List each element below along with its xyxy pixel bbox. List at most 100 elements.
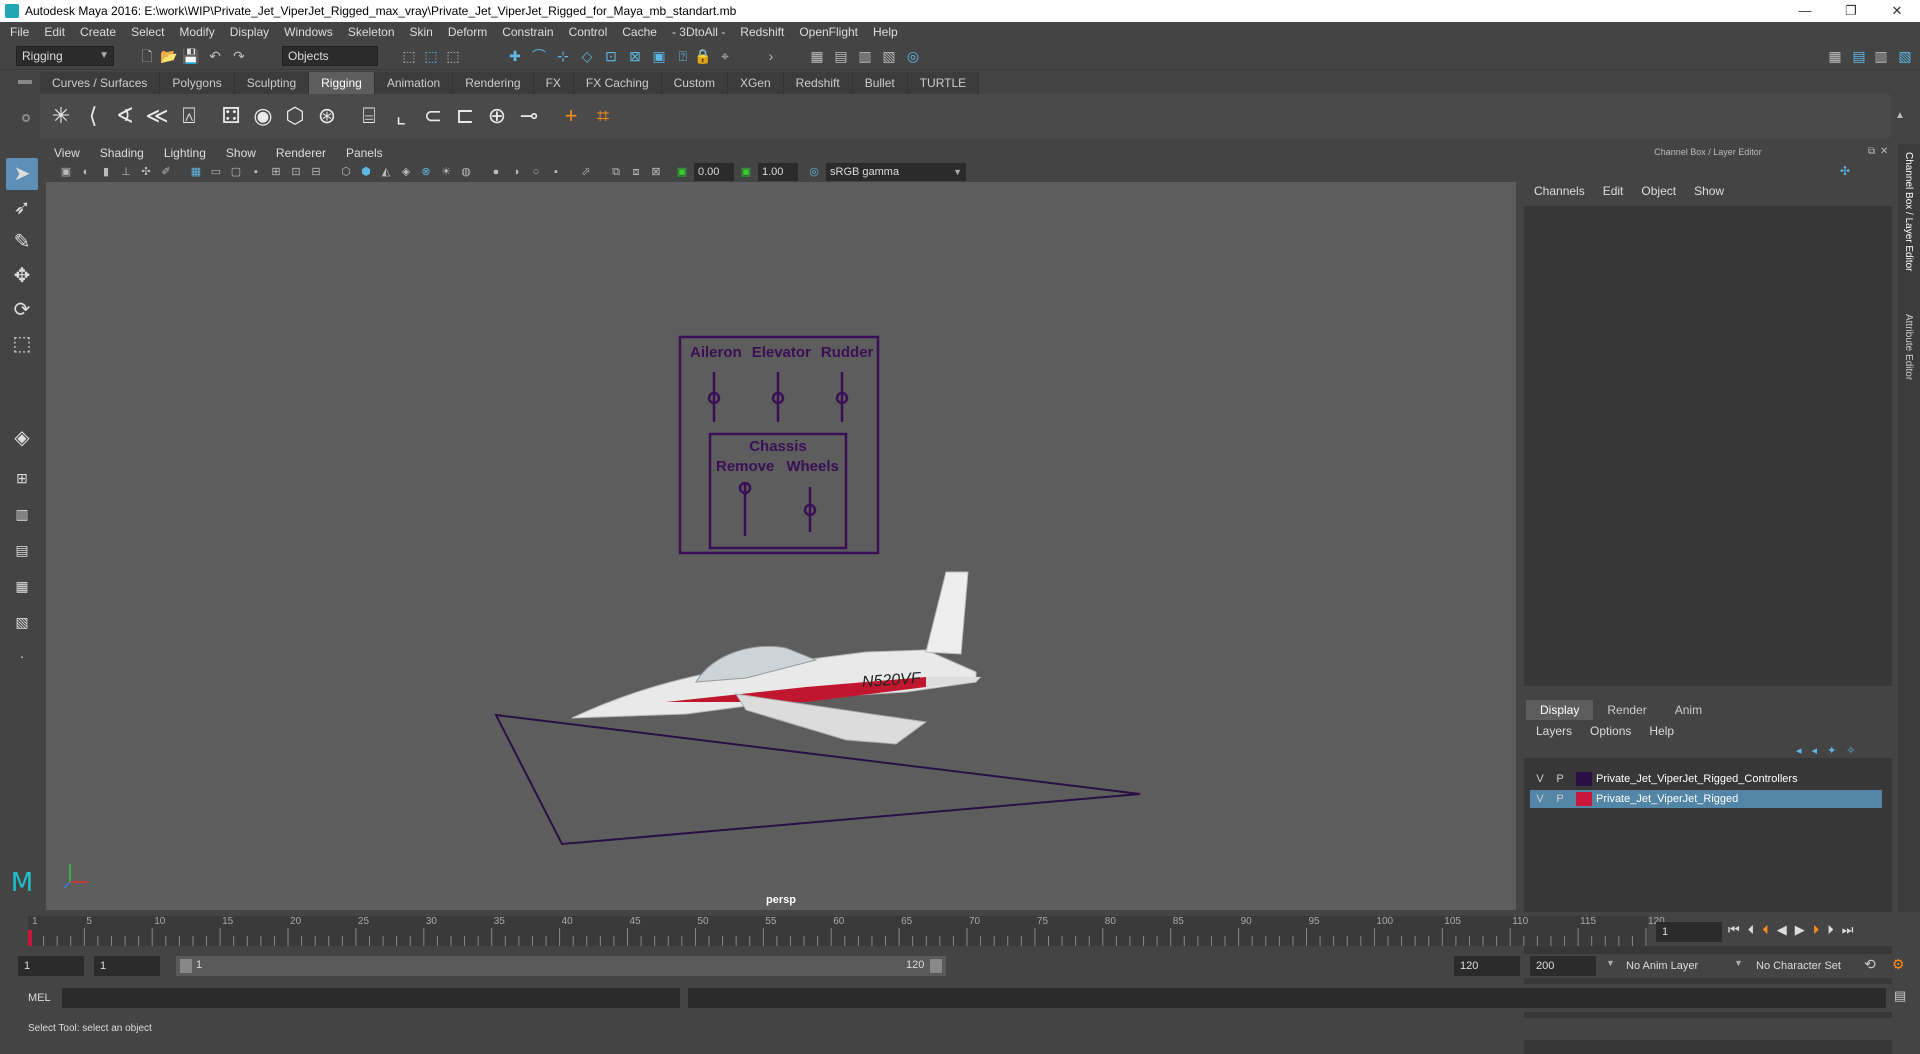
more-layouts-icon[interactable]: · <box>6 640 38 672</box>
mel-input[interactable] <box>62 988 680 1008</box>
layer-visibility-toggle[interactable]: V <box>1530 793 1550 805</box>
shelf-tab-rendering[interactable]: Rendering <box>453 72 534 94</box>
xray-icon[interactable]: ⬀ <box>578 164 594 180</box>
selection-mode-dropdown[interactable]: Objects <box>282 46 378 66</box>
color-management-icon[interactable]: ◎ <box>806 164 822 180</box>
aim-constraint-icon[interactable]: ⊸ <box>514 100 544 132</box>
range-end-handle[interactable] <box>930 959 942 973</box>
graph-layout-icon[interactable]: ▦ <box>6 570 38 602</box>
play-backwards-icon[interactable]: ◀ <box>1777 922 1787 938</box>
go-to-start-icon[interactable]: ⏮ <box>1728 922 1740 938</box>
menu-select[interactable]: Select <box>131 25 164 39</box>
grease-pencil-icon[interactable]: ✐ <box>158 164 174 180</box>
shelf-menu-icon[interactable] <box>18 80 32 84</box>
workspace-icon-2[interactable]: ▤ <box>1850 47 1868 65</box>
textured-icon[interactable]: ◈ <box>398 164 414 180</box>
symmetry-icon[interactable]: ⍰ <box>674 47 692 65</box>
time-slider[interactable]: 1 5 10 15 20 25 30 35 40 45 50 55 60 65 70 75 80 85 90 95 10… <box>28 916 1665 946</box>
lattice-icon[interactable]: ⬡ <box>280 100 310 132</box>
le-menu-layers[interactable]: Layers <box>1536 724 1572 738</box>
vp-menu-shading[interactable]: Shading <box>100 146 144 160</box>
locator-icon[interactable]: + <box>556 100 586 132</box>
workspace-icon-4[interactable]: ▧ <box>1896 47 1914 65</box>
bind-skin-icon[interactable]: ⚃ <box>216 100 246 132</box>
field-chart-icon[interactable]: ⊞ <box>268 164 284 180</box>
cluster-icon[interactable]: ⊛ <box>312 100 342 132</box>
exposure-icon[interactable]: ▣ <box>674 164 690 180</box>
exposure-field[interactable]: 0.00 <box>694 163 734 181</box>
paint-weights-icon[interactable]: ⌸ <box>354 100 384 132</box>
anim-layer-dropdown[interactable]: No Anim Layer <box>1620 956 1742 976</box>
gate-mask-icon[interactable]: ▪ <box>248 164 264 180</box>
select-hierarchy-icon[interactable]: ⬚ <box>400 47 418 65</box>
menu-skeleton[interactable]: Skeleton <box>348 25 395 39</box>
paint-select-tool-icon[interactable]: ✎ <box>6 226 38 258</box>
smooth-shade-icon[interactable]: ⬢ <box>358 164 374 180</box>
cb-menu-edit[interactable]: Edit <box>1603 184 1624 198</box>
image-plane-icon[interactable]: ⊥ <box>118 164 134 180</box>
menu-display[interactable]: Display <box>230 25 269 39</box>
shelf-tab-sculpting[interactable]: Sculpting <box>234 72 310 94</box>
xray-joints-icon[interactable]: ⧉ <box>608 164 624 180</box>
mel-label[interactable]: MEL <box>28 992 51 1004</box>
le-menu-options[interactable]: Options <box>1590 724 1631 738</box>
open-scene-icon[interactable]: 📂 <box>160 47 178 65</box>
resolution-gate-icon[interactable]: ▢ <box>228 164 244 180</box>
layer-color-swatch[interactable] <box>1576 772 1592 786</box>
save-scene-icon[interactable]: 💾 <box>182 47 200 65</box>
redo-icon[interactable]: ↷ <box>230 47 248 65</box>
hypershade-icon[interactable]: ◎ <box>904 47 922 65</box>
shadows-icon[interactable]: ☀ <box>438 164 454 180</box>
snap-grid-icon[interactable]: ✚ <box>506 47 524 65</box>
shelf-scroll-icon[interactable]: ▲ <box>1890 100 1910 132</box>
parent-constraint-icon[interactable]: ⊂ <box>418 100 448 132</box>
snap-live-icon[interactable]: ⊡ <box>602 47 620 65</box>
preferences-icon[interactable]: ⚙ <box>1892 956 1905 973</box>
shelf-tab-fx[interactable]: FX <box>533 72 574 94</box>
manipulator-icon[interactable]: ✣ <box>1840 164 1850 178</box>
new-layer-selected-icon[interactable]: ✧ <box>1846 744 1855 757</box>
anti-aliasing-icon[interactable]: ◑ <box>508 164 524 180</box>
shelf-tab-redshift[interactable]: Redshift <box>783 72 853 94</box>
shelf-tab-xgen[interactable]: XGen <box>727 72 784 94</box>
shelf-tab-turtle[interactable]: TURTLE <box>907 72 980 94</box>
cb-menu-show[interactable]: Show <box>1694 184 1724 198</box>
shelf-tab-fx-caching[interactable]: FX Caching <box>573 72 662 94</box>
step-back-frame-icon[interactable]: ⏴ <box>1762 922 1769 938</box>
workspace-icon-3[interactable]: ▥ <box>1872 47 1890 65</box>
channel-box-area[interactable] <box>1524 206 1892 686</box>
new-layer-icon[interactable]: ✦ <box>1827 744 1836 757</box>
menu-edit[interactable]: Edit <box>44 25 65 39</box>
float-panel-icon[interactable]: ⧉ <box>1868 146 1875 157</box>
snap-projected-icon[interactable]: ⊠ <box>626 47 644 65</box>
menu-3dtoall[interactable]: - 3DtoAll - <box>672 25 725 39</box>
move-layer-down-icon[interactable]: ◂ <box>1812 744 1818 757</box>
close-button[interactable]: ✕ <box>1874 0 1920 22</box>
anim-end-field[interactable]: 200 <box>1530 956 1596 976</box>
shelf-tab-rigging[interactable]: Rigging <box>309 72 375 94</box>
select-component-icon[interactable]: ⬚ <box>444 47 462 65</box>
step-forward-frame-icon[interactable]: ⏵ <box>1813 922 1820 938</box>
vp-menu-panels[interactable]: Panels <box>346 146 383 160</box>
layer-tab-render[interactable]: Render <box>1593 700 1660 720</box>
gamma-icon[interactable]: ▣ <box>738 164 754 180</box>
insert-joint-icon[interactable]: ⟨ <box>78 100 108 132</box>
shelf-tab-custom[interactable]: Custom <box>661 72 728 94</box>
xray-active-icon[interactable]: ⊠ <box>648 164 664 180</box>
step-forward-key-icon[interactable]: ⏵ <box>1827 922 1834 938</box>
layer-tab-anim[interactable]: Anim <box>1661 700 1716 720</box>
move-tool-icon[interactable]: ✥ <box>6 260 38 292</box>
create-joints-icon[interactable]: ✳ <box>46 100 76 132</box>
gamma-field[interactable]: 1.00 <box>758 163 798 181</box>
smooth-bind-icon[interactable]: ◉ <box>248 100 278 132</box>
four-view-layout-icon[interactable]: ⊞ <box>6 462 38 494</box>
playback-end-field[interactable]: 120 <box>1454 956 1520 976</box>
menu-deform[interactable]: Deform <box>448 25 487 39</box>
scale-tool-icon[interactable]: ⬚ <box>6 328 38 360</box>
wireframe-on-shaded-icon[interactable]: ◭ <box>378 164 394 180</box>
undo-icon[interactable]: ↶ <box>206 47 224 65</box>
select-tool-icon[interactable]: ➤ <box>6 158 38 190</box>
layer-tab-display[interactable]: Display <box>1526 700 1594 720</box>
current-frame-field[interactable]: 1 <box>1656 922 1722 942</box>
vp-menu-show[interactable]: Show <box>226 146 256 160</box>
